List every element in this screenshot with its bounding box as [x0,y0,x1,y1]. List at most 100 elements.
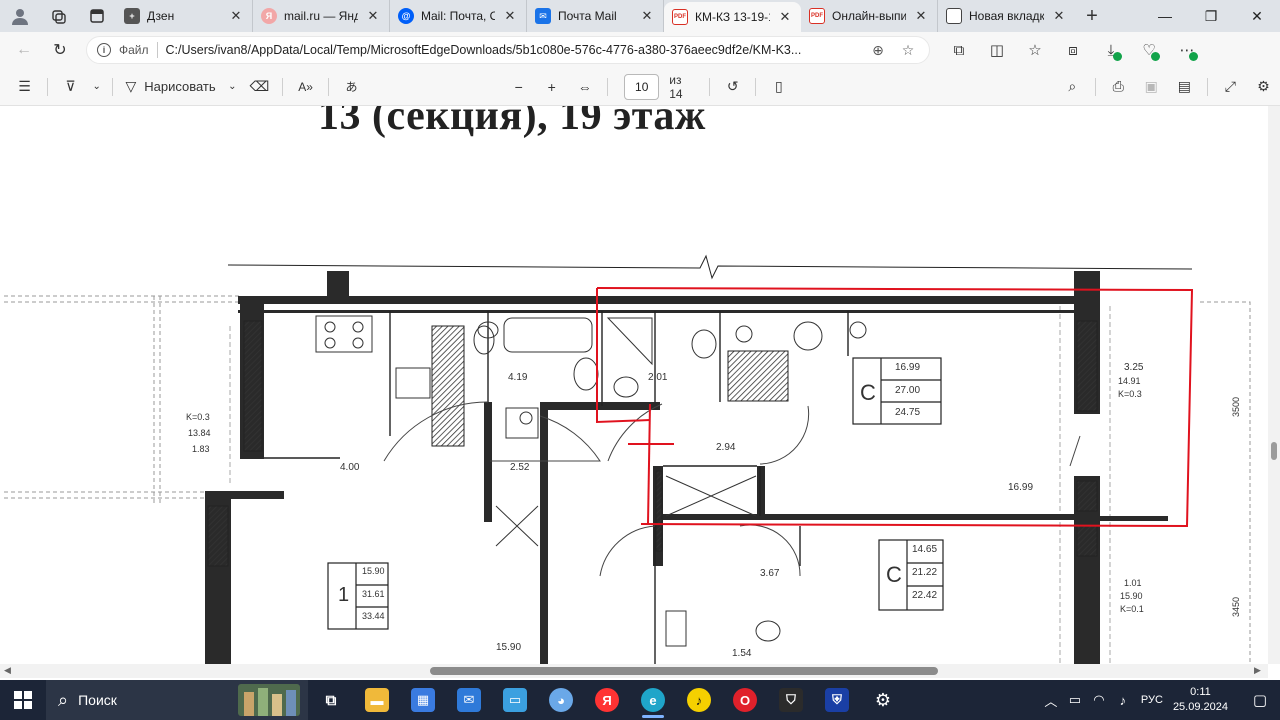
plus-icon: + [1086,4,1098,27]
horizontal-scroll-thumb[interactable] [430,667,938,675]
fit-width-button[interactable]: ⇔ [568,68,601,106]
clock[interactable]: 0:11 25.09.2024 [1173,685,1228,715]
tab-mailru-yandex[interactable]: Я mail.ru — Яндекс ✕ [253,0,390,32]
draw-dropdown[interactable]: ⌄ [222,68,243,106]
tab-online-vypiska[interactable]: PDF Онлайн-выписк ✕ [801,0,938,32]
opera-button[interactable]: O [722,680,768,720]
refresh-button[interactable]: ↻ [42,32,78,68]
highlight-button[interactable]: ⊽ [54,68,87,106]
restore-icon: ❐ [1204,7,1218,24]
yandex-browser-button[interactable]: Я [584,680,630,720]
paint-button[interactable]: ◕ [538,680,584,720]
tab-mail-pochta[interactable]: @ Mail: Почта, Об ✕ [390,0,527,32]
yandex-music-icon: ♪ [687,688,711,712]
file-explorer-button[interactable]: ▬ [354,680,400,720]
volume-icon[interactable]: ♪ [1111,693,1135,708]
zoom-in-button[interactable]: + [535,68,568,106]
erase-button[interactable]: ⌫ [243,68,276,106]
close-icon[interactable]: ✕ [502,8,518,24]
wifi-icon[interactable]: ◠ [1087,692,1111,708]
room-area-label: 16.99 [895,362,921,373]
yandex-music-button[interactable]: ♪ [676,680,722,720]
highlight-dropdown[interactable]: ⌄ [87,68,106,106]
tab-dzen[interactable]: + Дзен ✕ [116,0,253,32]
minus-icon: − [514,78,523,95]
browser-essentials-button[interactable]: ♡ [1130,32,1168,68]
star-icon[interactable]: ☆ [897,42,919,59]
close-icon[interactable]: ✕ [639,8,655,24]
close-icon[interactable]: ✕ [777,9,793,25]
close-icon[interactable]: ✕ [1051,8,1067,24]
back-button[interactable]: ← [6,32,42,68]
page-view-button[interactable]: ▯ [762,68,795,106]
tab-pochta-mail[interactable]: ✉ Почта Mail ✕ [527,0,664,32]
notifications-button[interactable]: ▢ [1240,691,1280,709]
tab-km-k3[interactable]: PDF КМ-КЗ 13-19-14 ✕ [664,2,801,32]
store-button[interactable]: ▦ [400,680,446,720]
zoom-icon[interactable]: ⊕ [867,42,889,59]
profile-button[interactable] [0,0,40,32]
start-button[interactable] [0,680,46,720]
mail-app-button[interactable]: ✉ [446,680,492,720]
room-type-label: C [886,562,902,587]
save-as-button[interactable]: ▤ [1168,68,1201,106]
close-icon[interactable]: ✕ [365,8,381,24]
minimize-button[interactable]: — [1142,0,1188,32]
split-screen-button[interactable]: ◫ [978,32,1016,68]
vertical-scroll-thumb[interactable] [1271,442,1277,460]
fullscreen-button[interactable]: ⤢ [1214,68,1247,106]
tab-new[interactable]: Новая вкладка ✕ [938,0,1075,32]
shield-app-button[interactable]: ⛉ [768,680,814,720]
settings-more-button[interactable]: ⋯ [1168,32,1206,68]
downloads-button[interactable]: ⤓ [1092,32,1130,68]
language-indicator[interactable]: РУС [1141,694,1163,706]
new-tab-button[interactable]: + [1075,0,1109,32]
battery-icon[interactable]: ▭ [1063,692,1087,708]
draw-button[interactable]: ▽ Нарисовать [119,68,221,106]
page-number-input[interactable]: 10 [624,73,660,100]
windows-security-button[interactable]: ⛨ [814,680,860,720]
info-icon[interactable]: i [97,43,111,57]
room-area-label: K=0.3 [186,412,210,422]
eraser-icon: ⌫ [249,78,270,94]
taskbar-search[interactable]: ⌕ Поиск [46,680,308,720]
pdf-document-view[interactable]: 13 (секция), 19 этаж 4.19 2.01 2.94 16.9… [0,106,1268,664]
close-icon[interactable]: ✕ [913,8,929,24]
favorites-button[interactable]: ☆ [1016,32,1054,68]
chevron-up-icon[interactable]: ︿ [1039,691,1063,710]
scroll-left-icon[interactable]: ◀ [4,665,11,676]
rotate-button[interactable]: ↺ [716,68,749,106]
tab-actions-button[interactable] [78,0,116,32]
gear-icon: ⚙ [1257,78,1270,94]
chevron-down-icon: ⌄ [228,81,237,92]
translate-button[interactable]: あ [335,68,368,106]
close-icon[interactable]: ✕ [228,8,244,24]
refresh-icon: ↻ [53,42,67,59]
scroll-right-icon[interactable]: ▶ [1254,665,1261,676]
task-view-button[interactable]: ⧉ [308,680,354,720]
room-area-label: 2.94 [716,442,736,453]
collections-button[interactable]: ⧈ [1054,32,1092,68]
contents-button[interactable]: ☰ [8,68,41,106]
computer-button[interactable]: ▭ [492,680,538,720]
save-button[interactable]: ▣ [1135,68,1168,106]
zoom-out-button[interactable]: − [502,68,535,106]
horizontal-scrollbar[interactable]: ◀ ▶ [0,664,1268,678]
settings-button[interactable]: ⚙ [860,680,906,720]
vertical-scrollbar[interactable] [1268,106,1280,664]
edge-button[interactable]: e [630,680,676,720]
room-labels: 4.19 2.01 2.94 16.99 27.00 24.75 C 16.99… [0,106,1268,664]
workspaces-button[interactable] [40,0,78,32]
chevron-down-icon: ⌄ [92,81,101,92]
extensions-button[interactable]: ⧉ [940,32,978,68]
pdf-settings-button[interactable]: ⚙ [1247,68,1280,106]
shield-app-icon: ⛉ [779,688,803,712]
read-aloud-button[interactable]: A» [289,68,322,106]
find-button[interactable]: ⌕ [1056,68,1089,106]
restore-button[interactable]: ❐ [1188,0,1234,32]
url-text[interactable]: C:/Users/ivan8/AppData/Local/Temp/Micros… [166,43,859,57]
address-bar[interactable]: i Файл C:/Users/ivan8/AppData/Local/Temp… [86,36,930,64]
close-window-button[interactable]: ✕ [1234,0,1280,32]
print-button[interactable]: ⎙ [1102,68,1135,106]
tab-title: mail.ru — Яндекс [284,9,358,23]
